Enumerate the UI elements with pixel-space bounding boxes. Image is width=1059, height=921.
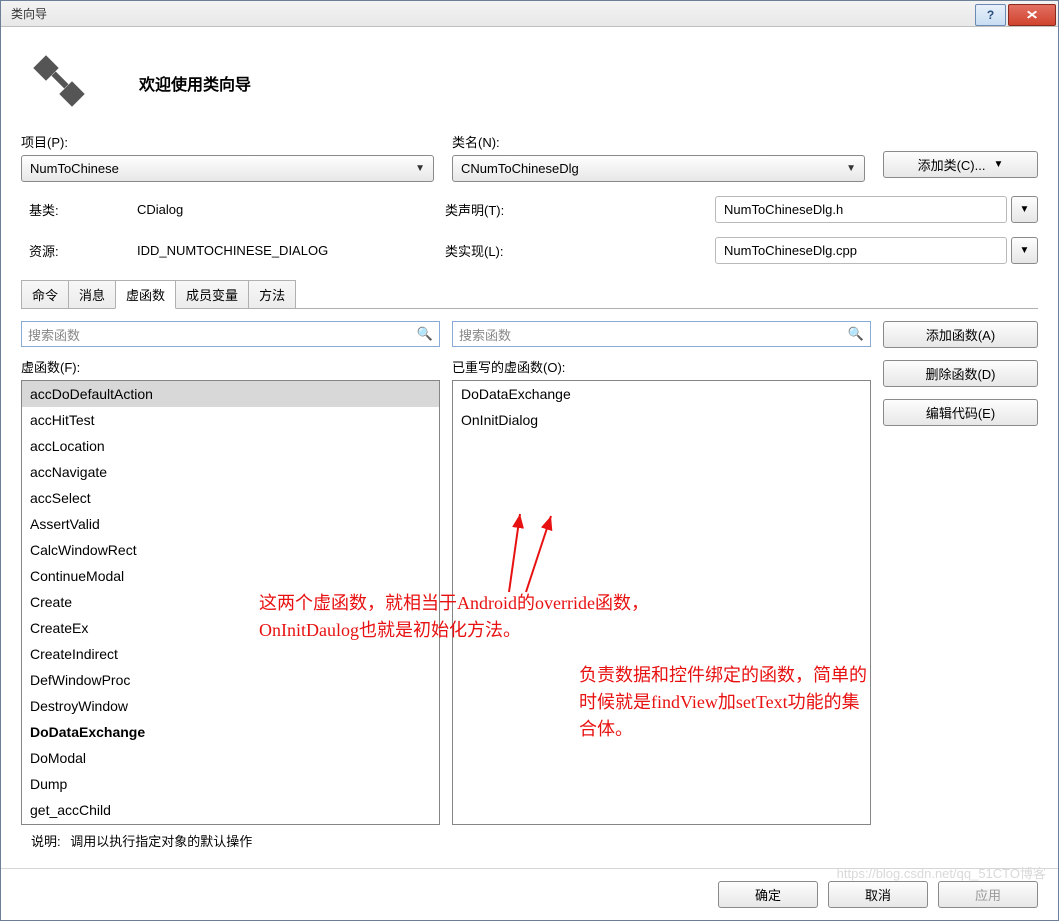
list-item[interactable]: AssertValid — [22, 511, 439, 537]
declaration-label: 类声明(T): — [445, 200, 715, 219]
chevron-down-icon: ▼ — [846, 163, 856, 174]
add-class-button[interactable]: 添加类(C)... ▼ — [883, 151, 1038, 178]
tab-bar: 命令消息虚函数成员变量方法 — [21, 280, 1038, 309]
base-class-label: 基类: — [21, 200, 137, 219]
tab-2[interactable]: 虚函数 — [115, 280, 176, 309]
search-placeholder: 搜索函数 — [459, 325, 511, 344]
list-item[interactable]: accHitTest — [22, 407, 439, 433]
chevron-down-icon: ▼ — [415, 163, 425, 174]
implementation-dropdown-button[interactable]: ▼ — [1011, 237, 1038, 264]
search-right[interactable]: 搜索函数 🔍 — [452, 321, 871, 347]
class-combo[interactable]: CNumToChineseDlg ▼ — [452, 155, 865, 182]
list-item[interactable]: get_accChild — [22, 797, 439, 823]
tab-3[interactable]: 成员变量 — [175, 280, 249, 308]
implementation-combo[interactable]: NumToChineseDlg.cpp — [715, 237, 1007, 264]
resource-label: 资源: — [21, 241, 137, 260]
virtual-functions-panel: 搜索函数 🔍 虚函数(F): accDoDefaultActionaccHitT… — [21, 321, 1038, 825]
class-wizard-window: 类向导 ? ✕ 欢迎使用类向导 项目(P): NumToChinese ▼ — [0, 0, 1059, 921]
project-combo[interactable]: NumToChinese ▼ — [21, 155, 434, 182]
implementation-label: 类实现(L): — [445, 241, 715, 260]
virtual-functions-list[interactable]: accDoDefaultActionaccHitTestaccLocationa… — [21, 380, 440, 825]
titlebar: 类向导 ? ✕ — [1, 1, 1058, 27]
cancel-button[interactable]: 取消 — [828, 881, 928, 908]
list-item[interactable]: CalcWindowRect — [22, 537, 439, 563]
list-item[interactable]: DoDataExchange — [453, 381, 870, 407]
search-icon: 🔍 — [848, 326, 864, 342]
tab-1[interactable]: 消息 — [68, 280, 116, 308]
list-item[interactable]: ContinueModal — [22, 563, 439, 589]
project-label: 项目(P): — [21, 132, 434, 151]
project-class-row: 项目(P): NumToChinese ▼ 类名(N): CNumToChine… — [21, 132, 1038, 182]
help-button[interactable]: ? — [975, 4, 1006, 26]
chevron-down-icon: ▼ — [993, 159, 1003, 170]
window-controls: ? ✕ — [975, 2, 1058, 26]
wizard-title: 欢迎使用类向导 — [139, 71, 251, 95]
list-item[interactable]: DestroyWindow — [22, 693, 439, 719]
class-value: CNumToChineseDlg — [461, 161, 579, 176]
edit-code-button[interactable]: 编辑代码(E) — [883, 399, 1038, 426]
list-item[interactable]: CreateIndirect — [22, 641, 439, 667]
tab-4[interactable]: 方法 — [248, 280, 296, 308]
chevron-down-icon: ▼ — [1020, 245, 1030, 256]
list-item[interactable]: Dump — [22, 771, 439, 797]
list-item[interactable]: DefWindowProc — [22, 667, 439, 693]
resource-value: IDD_NUMTOCHINESE_DIALOG — [137, 243, 328, 258]
apply-button[interactable]: 应用 — [938, 881, 1038, 908]
add-function-button[interactable]: 添加函数(A) — [883, 321, 1038, 348]
wizard-header: 欢迎使用类向导 — [1, 27, 1058, 132]
tab-0[interactable]: 命令 — [21, 280, 69, 308]
list-item[interactable]: CreateEx — [22, 615, 439, 641]
project-value: NumToChinese — [30, 161, 119, 176]
window-title: 类向导 — [11, 5, 47, 22]
chevron-down-icon: ▼ — [1020, 204, 1030, 215]
overridden-functions-label: 已重写的虚函数(O): — [452, 357, 871, 376]
class-label: 类名(N): — [452, 132, 865, 151]
list-item[interactable]: DoModal — [22, 745, 439, 771]
close-button[interactable]: ✕ — [1008, 4, 1056, 26]
description-line: 说明: 调用以执行指定对象的默认操作 — [21, 825, 1038, 856]
list-item[interactable]: accNavigate — [22, 459, 439, 485]
dialog-footer: 确定 取消 应用 — [1, 868, 1058, 920]
base-class-value: CDialog — [137, 202, 183, 217]
list-item[interactable]: OnInitDialog — [453, 407, 870, 433]
declaration-combo[interactable]: NumToChineseDlg.h — [715, 196, 1007, 223]
content-area: 项目(P): NumToChinese ▼ 类名(N): CNumToChine… — [1, 132, 1058, 868]
search-icon: 🔍 — [417, 326, 433, 342]
declaration-dropdown-button[interactable]: ▼ — [1011, 196, 1038, 223]
list-item[interactable]: accDoDefaultAction — [22, 381, 439, 407]
list-item[interactable]: accSelect — [22, 485, 439, 511]
list-item[interactable]: accLocation — [22, 433, 439, 459]
resource-row: 资源: IDD_NUMTOCHINESE_DIALOG 类实现(L): NumT… — [21, 237, 1038, 264]
overridden-functions-list[interactable]: DoDataExchangeOnInitDialog — [452, 380, 871, 825]
ok-button[interactable]: 确定 — [718, 881, 818, 908]
wizard-icon — [31, 53, 87, 112]
close-icon: ✕ — [1025, 8, 1038, 22]
search-placeholder: 搜索函数 — [28, 325, 80, 344]
declaration-value: NumToChineseDlg.h — [724, 202, 843, 217]
delete-function-button[interactable]: 删除函数(D) — [883, 360, 1038, 387]
search-left[interactable]: 搜索函数 🔍 — [21, 321, 440, 347]
virtual-functions-label: 虚函数(F): — [21, 357, 440, 376]
question-icon: ? — [987, 8, 994, 22]
description-label: 说明: — [31, 834, 61, 849]
base-row: 基类: CDialog 类声明(T): NumToChineseDlg.h ▼ — [21, 196, 1038, 223]
implementation-value: NumToChineseDlg.cpp — [724, 243, 857, 258]
description-text: 调用以执行指定对象的默认操作 — [70, 834, 252, 849]
list-item[interactable]: Create — [22, 589, 439, 615]
list-item[interactable]: DoDataExchange — [22, 719, 439, 745]
